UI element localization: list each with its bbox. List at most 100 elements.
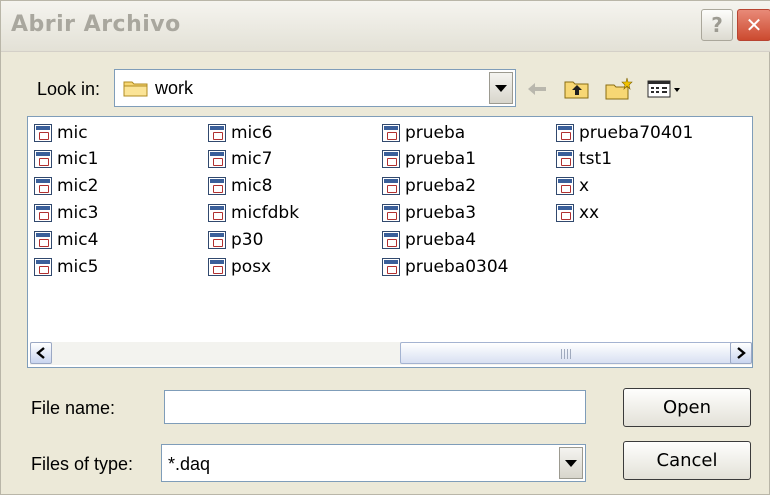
file-item-label: prueba2 <box>405 176 477 196</box>
file-item-label: mic5 <box>57 257 99 277</box>
file-item[interactable]: prueba1 <box>382 147 476 171</box>
create-new-folder-button[interactable] <box>605 77 635 101</box>
data-file-icon <box>208 231 226 249</box>
file-item[interactable]: prueba2 <box>382 174 476 198</box>
file-item[interactable]: prueba4 <box>382 228 476 252</box>
file-item-label: x <box>579 176 590 196</box>
look-in-combo[interactable]: work <box>114 69 516 107</box>
scrollbar-grip-icon <box>561 349 573 359</box>
open-button-label: Open <box>662 397 712 418</box>
data-file-icon <box>34 177 52 195</box>
file-item-label: prueba4 <box>405 230 477 250</box>
dialog-title: Abrir Archivo <box>11 12 181 37</box>
close-icon: ✕ <box>745 13 763 37</box>
data-file-icon <box>208 150 226 168</box>
file-item[interactable]: mic1 <box>34 147 98 171</box>
file-item-label: mic2 <box>57 176 99 196</box>
scroll-left-arrow-icon <box>36 347 45 359</box>
data-file-icon <box>382 231 400 249</box>
close-button[interactable]: ✕ <box>737 9 770 41</box>
files-of-type-label: Files of type: <box>31 454 134 474</box>
data-file-icon <box>34 204 52 222</box>
view-menu-icon <box>647 80 680 98</box>
file-item-label: mic4 <box>57 230 99 250</box>
file-item[interactable]: mic7 <box>208 147 272 171</box>
file-item[interactable]: mic6 <box>208 121 272 145</box>
file-item[interactable]: prueba3 <box>382 201 476 225</box>
file-name-label: File name: <box>31 398 116 418</box>
file-item[interactable]: posx <box>208 255 271 279</box>
folder-icon <box>123 81 148 97</box>
file-item[interactable]: mic2 <box>34 174 98 198</box>
data-file-icon <box>382 177 400 195</box>
file-list[interactable]: mic mic1 mic2 mic3 mic4 mic5 mic6 mic7 mic8 micfd… <box>27 116 753 368</box>
file-item[interactable]: micfdbk <box>208 201 299 225</box>
file-item[interactable]: mic8 <box>208 174 272 198</box>
data-file-icon <box>382 258 400 276</box>
file-item-label: mic7 <box>231 149 273 169</box>
file-item-label: micfdbk <box>231 203 300 223</box>
data-file-icon <box>208 124 226 142</box>
back-arrow-icon <box>528 83 546 95</box>
files-of-type-combo[interactable]: *.daq <box>161 444 586 482</box>
file-item-label: p30 <box>231 230 264 250</box>
open-file-dialog: Abrir Archivo ? ✕ Look in: work mic mic1… <box>0 0 770 495</box>
scroll-right-arrow-icon <box>737 347 746 359</box>
file-item-label: prueba0304 <box>405 257 509 277</box>
file-item[interactable]: p30 <box>208 228 263 252</box>
data-file-icon <box>34 124 52 142</box>
back-button[interactable] <box>524 77 550 101</box>
file-item-label: prueba1 <box>405 149 477 169</box>
cancel-button-label: Cancel <box>656 450 718 471</box>
look-in-label: Look in: <box>37 79 101 99</box>
data-file-icon <box>34 258 52 276</box>
file-item-label: prueba3 <box>405 203 477 223</box>
file-item[interactable]: prueba70401 <box>556 121 693 145</box>
files-of-type-dropdown-button[interactable] <box>559 447 583 479</box>
data-file-icon <box>556 204 574 222</box>
title-bar[interactable]: Abrir Archivo ? ✕ <box>1 1 770 52</box>
data-file-icon <box>382 124 400 142</box>
file-item-label: prueba70401 <box>579 123 694 143</box>
up-folder-icon <box>564 81 589 99</box>
file-item[interactable]: prueba0304 <box>382 255 509 279</box>
scroll-left-button[interactable] <box>30 342 52 364</box>
new-folder-icon <box>605 77 633 100</box>
file-item[interactable]: mic <box>34 121 88 145</box>
data-file-icon <box>208 204 226 222</box>
file-name-input[interactable] <box>164 390 586 424</box>
scrollbar-thumb[interactable] <box>400 342 732 364</box>
data-file-icon <box>208 258 226 276</box>
file-item[interactable]: x <box>556 174 589 198</box>
files-of-type-value: *.daq <box>168 454 211 474</box>
open-button[interactable]: Open <box>623 388 751 427</box>
scroll-right-button[interactable] <box>730 342 752 364</box>
file-item-label: mic8 <box>231 176 273 196</box>
file-item-label: mic <box>57 123 88 143</box>
horizontal-scrollbar[interactable] <box>30 342 752 365</box>
data-file-icon <box>34 150 52 168</box>
file-item[interactable]: mic4 <box>34 228 98 252</box>
view-menu-button[interactable] <box>646 77 686 101</box>
file-item-label: xx <box>579 203 600 223</box>
data-file-icon <box>208 177 226 195</box>
file-item-label: mic1 <box>57 149 99 169</box>
file-item-label: mic3 <box>57 203 99 223</box>
file-item-label: prueba <box>405 123 466 143</box>
up-one-level-button[interactable] <box>563 77 591 101</box>
file-item[interactable]: mic3 <box>34 201 98 225</box>
file-item[interactable]: tst1 <box>556 147 612 171</box>
help-button[interactable]: ? <box>701 9 733 41</box>
file-item[interactable]: xx <box>556 201 599 225</box>
data-file-icon <box>382 204 400 222</box>
file-item[interactable]: mic5 <box>34 255 98 279</box>
file-item-label: posx <box>231 257 272 277</box>
look-in-value: work <box>155 78 194 98</box>
data-file-icon <box>34 231 52 249</box>
data-file-icon <box>556 177 574 195</box>
file-item[interactable]: prueba <box>382 121 465 145</box>
file-item-label: mic6 <box>231 123 273 143</box>
cancel-button[interactable]: Cancel <box>623 441 751 480</box>
look-in-dropdown-button[interactable] <box>489 72 513 104</box>
file-item-label: tst1 <box>579 149 613 169</box>
